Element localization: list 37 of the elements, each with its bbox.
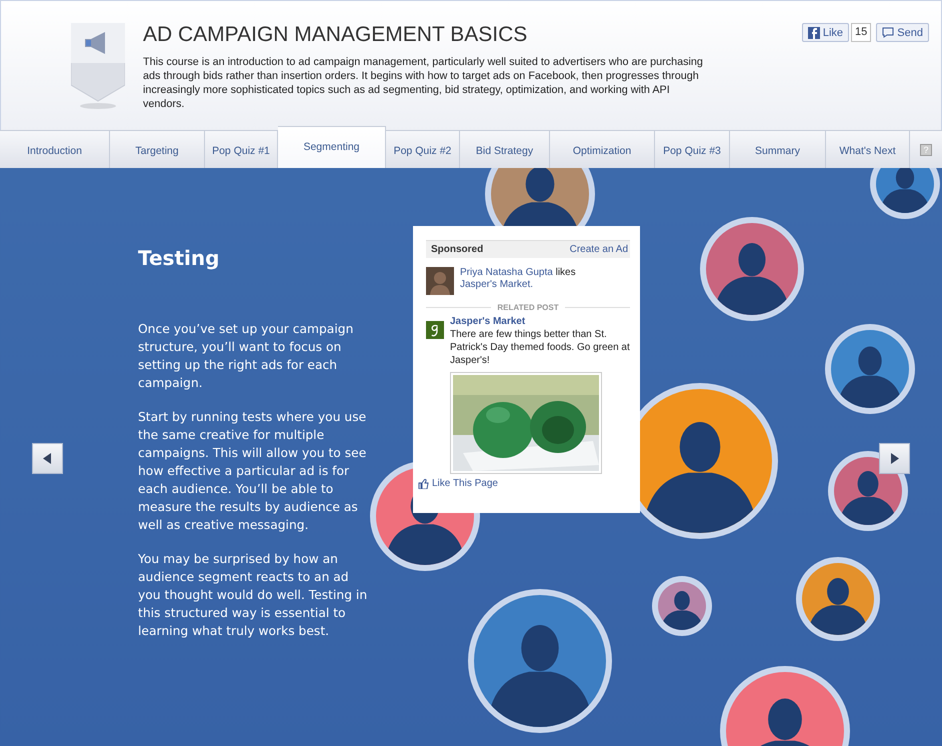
body-paragraph: You may be surprised by how an audience segment reacts to an ad you thought would do well. Testing in this structured way is essential to learning what truly works best. xyxy=(138,551,368,640)
post-text: There are few things better than St. Patrick's Day themed foods. Go green at Jasper's! xyxy=(450,328,630,367)
like-page-button[interactable]: Like This Page xyxy=(418,478,630,489)
like-count: 15 xyxy=(851,23,872,42)
page-name-link[interactable]: Jasper's Market xyxy=(450,316,630,328)
sponsored-label: Sponsored xyxy=(431,244,484,255)
section-title: Testing xyxy=(138,246,220,270)
course-tab[interactable]: What's Next xyxy=(826,131,910,168)
left-arrow-icon xyxy=(43,453,52,464)
course-tab[interactable]: Optimization xyxy=(550,131,655,168)
course-tab[interactable]: Targeting xyxy=(110,131,205,168)
course-tab[interactable]: Pop Quiz #1 xyxy=(205,131,278,168)
person-link[interactable]: Priya Natasha Gupta xyxy=(460,267,553,278)
facebook-icon xyxy=(808,26,820,38)
course-tab[interactable]: Introduction xyxy=(0,131,110,168)
course-tab[interactable]: Summary xyxy=(730,131,826,168)
avatar-icon xyxy=(426,267,454,295)
create-ad-link[interactable]: Create an Ad xyxy=(570,244,628,255)
like-button[interactable]: Like xyxy=(802,23,850,42)
body-paragraph: Once you’ve set up your campaign structure, you’ll want to focus on setting up the right ads for each campaign. xyxy=(138,321,354,392)
course-tab[interactable]: Segmenting xyxy=(278,126,386,168)
thumbs-up-icon xyxy=(418,478,429,488)
megaphone-badge-icon xyxy=(71,23,125,109)
page-link[interactable]: Jasper's Market. xyxy=(460,279,534,290)
course-tab[interactable]: Bid Strategy xyxy=(460,131,550,168)
next-button[interactable] xyxy=(879,443,910,474)
course-tab[interactable]: Pop Quiz #3 xyxy=(655,131,730,168)
previous-button[interactable] xyxy=(32,443,63,474)
right-arrow-icon xyxy=(890,453,899,464)
course-description: This course is an introduction to ad campaign management, particularly well suited to advertisers who are purchasing ads through bids rather than insertion orders. It begins with how to target ads on Facebook, then progresses through increasingly more sophisticated topics such as ad segmenting, bid strategy, optimization, and working with API vendors. xyxy=(143,55,704,111)
speech-bubble-icon xyxy=(882,27,894,38)
related-post-label: RELATED POST xyxy=(497,303,559,312)
like-notice: Priya Natasha Gupta likes Jasper's Market. xyxy=(460,267,576,292)
course-title: AD CAMPAIGN MANAGEMENT BASICS xyxy=(143,23,528,47)
body-paragraph: Start by running tests where you use the same creative for multiple campaigns. This will allow you to see how effective a particular ad is for each audience. You’ll be able to measure the results by audience as well as creative messaging. xyxy=(138,409,368,534)
send-button[interactable]: Send xyxy=(876,23,929,42)
course-tab[interactable]: Pop Quiz #2 xyxy=(386,131,460,168)
